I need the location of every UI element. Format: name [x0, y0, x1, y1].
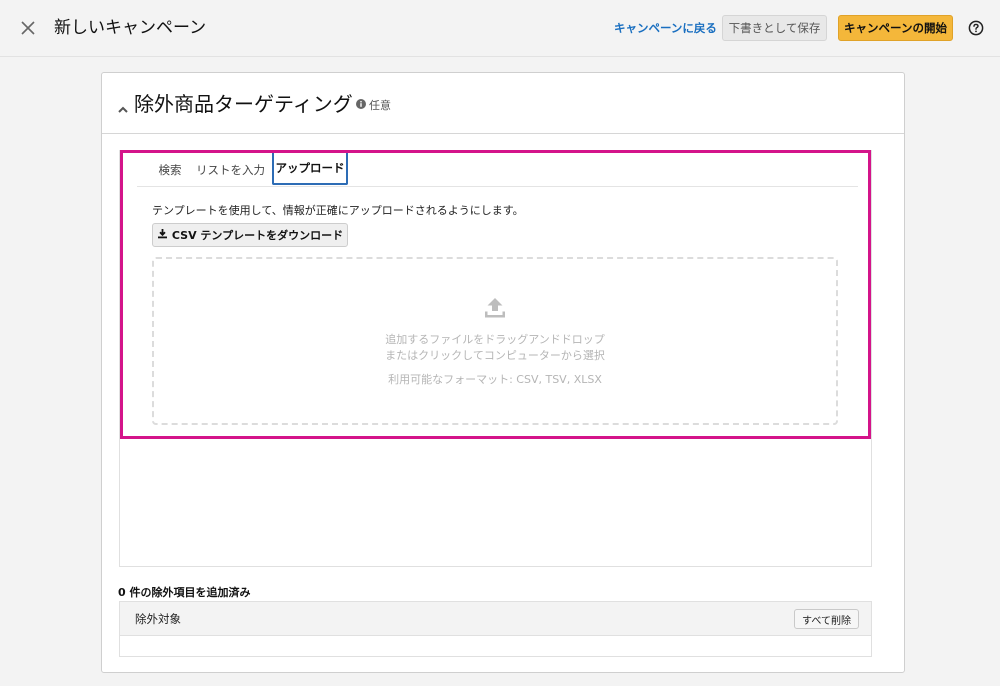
dropzone-text-line1: 追加するファイルをドラッグアンドドロップ: [385, 333, 605, 346]
close-icon[interactable]: [17, 17, 39, 39]
tab-upload[interactable]: アップロード: [272, 153, 348, 185]
file-dropzone[interactable]: 追加するファイルをドラッグアンドドロップ またはクリックしてコンピューターから選…: [152, 257, 838, 425]
save-draft-button[interactable]: 下書きとして保存: [722, 15, 827, 41]
optional-label: 任意: [356, 99, 391, 113]
back-to-campaigns-link[interactable]: キャンペーンに戻る: [614, 20, 717, 36]
delete-all-button[interactable]: すべて削除: [794, 609, 859, 629]
page-title: 新しいキャンペーン: [54, 18, 207, 38]
tab-bar: 検索 リストを入力 アップロード: [137, 153, 858, 187]
exclusions-table-header: 除外対象 すべて削除: [120, 602, 871, 636]
exclusions-table: 除外対象 すべて削除: [119, 601, 872, 657]
download-icon: [157, 228, 168, 242]
card-header: 除外商品ターゲティング 任意: [102, 73, 904, 134]
tab-search[interactable]: 検索: [157, 153, 183, 187]
tab-enter-list[interactable]: リストを入力: [196, 153, 265, 187]
section-title: 除外商品ターゲティング: [134, 92, 353, 116]
optional-text: 任意: [369, 99, 391, 112]
info-icon: [356, 99, 366, 113]
chevron-up-icon[interactable]: [117, 100, 129, 113]
upload-highlight-region: 検索 リストを入力 アップロード テンプレートを使用して、情報が正確にアップロー…: [120, 150, 871, 439]
start-campaign-button[interactable]: キャンペーンの開始: [838, 15, 953, 41]
help-circle-icon[interactable]: [967, 19, 985, 37]
top-bar: 新しいキャンペーン キャンペーンに戻る 下書きとして保存 キャンペーンの開始: [0, 0, 1000, 57]
exclusions-column-label: 除外対象: [135, 612, 181, 626]
upload-instructions: テンプレートを使用して、情報が正確にアップロードされるようにします。: [152, 204, 524, 217]
download-template-button[interactable]: CSV テンプレートをダウンロード: [152, 223, 348, 247]
upload-icon: [483, 296, 507, 320]
dropzone-text-line2: またはクリックしてコンピューターから選択: [385, 349, 605, 362]
supported-formats: 利用可能なフォーマット: CSV, TSV, XLSX: [388, 373, 602, 386]
download-template-label: CSV テンプレートをダウンロード: [171, 229, 344, 242]
exclusion-count: 0 件の除外項目を追加済み: [118, 586, 251, 599]
